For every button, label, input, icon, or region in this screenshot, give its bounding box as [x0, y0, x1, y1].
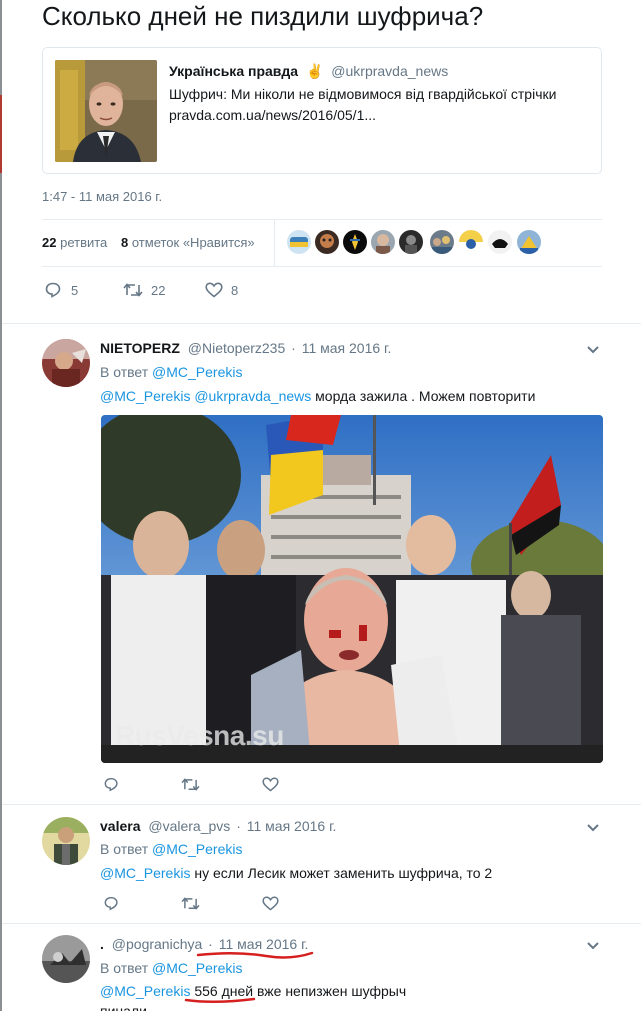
mention-link[interactable]: @MC_Perekis: [100, 865, 190, 881]
like-action[interactable]: [262, 896, 279, 911]
reply-to-mention[interactable]: @MC_Perekis: [152, 960, 242, 976]
tweet-text: Сколько дней не пиздили шуфрича?: [42, 1, 484, 31]
likes-stat[interactable]: 8 отметок «Нравится»: [121, 235, 255, 250]
reply-author-name[interactable]: .: [100, 936, 104, 952]
liker-avatar[interactable]: [371, 230, 395, 254]
mention-link[interactable]: @ukrpravda_news: [194, 388, 311, 404]
reply-media-photo[interactable]: RusVesna.su: [101, 415, 603, 763]
reply-date[interactable]: 11 мая 2016 г.: [302, 340, 392, 356]
like-action[interactable]: [262, 777, 279, 792]
quoted-tweet-body: Шуфрич: Ми ніколи не відмовимося від гва…: [169, 84, 556, 126]
mention-link[interactable]: @MC_Perekis: [100, 983, 190, 999]
reply-date[interactable]: 11 мая 2016 г.: [247, 818, 337, 834]
reply-text: @MC_Perekis @ukrpravda_news морда зажила…: [100, 388, 536, 404]
window-edge-accent: [0, 95, 2, 173]
retweet-icon: [123, 283, 143, 297]
quoted-author-name[interactable]: Українська правда: [169, 63, 298, 79]
quoted-tweet-card[interactable]: Українська правда ✌ @ukrpravda_news Шуфр…: [42, 47, 602, 174]
reply-author-name[interactable]: NIETOPERZ: [100, 340, 180, 356]
chevron-down-icon[interactable]: [586, 823, 600, 833]
reply-icon: [104, 778, 118, 792]
days-annotation-underline: [184, 997, 256, 1004]
reply-text: @MC_Perekis ну если Лесик может заменить…: [100, 865, 493, 881]
tweet-timestamp[interactable]: 1:47 - 11 мая 2016 г.: [42, 189, 162, 204]
liker-avatar[interactable]: [399, 230, 423, 254]
liker-avatar[interactable]: [488, 230, 512, 254]
reply-count: 5: [71, 282, 79, 298]
reply-context: В ответ @MC_Perekis: [100, 841, 243, 857]
reply-header: valera @valera_pvs · 11 мая 2016 г.: [100, 818, 336, 834]
date-annotation-underline: [196, 951, 314, 959]
liker-avatar[interactable]: [315, 230, 339, 254]
meta-separator: ·: [236, 818, 241, 834]
chevron-down-icon[interactable]: [586, 941, 600, 951]
liker-avatar[interactable]: [430, 230, 454, 254]
like-action[interactable]: 8: [205, 282, 238, 298]
reply-context: В ответ @MC_Perekis: [100, 960, 243, 976]
meta-separator: ·: [291, 340, 296, 356]
retweet-icon: [181, 778, 200, 791]
liker-avatar[interactable]: [343, 230, 367, 254]
reply-context: В ответ @MC_Perekis: [100, 364, 243, 380]
reply-icon: [104, 897, 118, 911]
avatar[interactable]: [42, 339, 90, 387]
reply-action[interactable]: 5: [45, 282, 78, 298]
reply-divider: [2, 804, 641, 805]
reply-divider: [2, 323, 641, 324]
retweet-icon: [181, 897, 200, 910]
reply-header: NIETOPERZ @Nietoperz235 · 11 мая 2016 г.: [100, 340, 391, 356]
avatar[interactable]: [42, 817, 90, 865]
reply-author-name[interactable]: valera: [100, 818, 140, 834]
chevron-down-icon[interactable]: [586, 345, 600, 355]
stats-divider-bottom: [42, 266, 602, 267]
retweet-count: 22: [151, 282, 166, 298]
media-watermark: RusVesna.su: [115, 720, 284, 751]
victory-hand-emoji: ✌: [305, 63, 324, 79]
retweets-stat[interactable]: 22 ретвита: [42, 235, 107, 250]
retweet-action[interactable]: [181, 896, 200, 911]
reply-divider: [2, 923, 641, 924]
reply-to-mention[interactable]: @MC_Perekis: [152, 841, 242, 857]
reply-author-handle[interactable]: @pogranichya: [112, 936, 203, 952]
reply-author-handle[interactable]: @valera_pvs: [148, 818, 230, 834]
reply-action[interactable]: [104, 896, 120, 911]
heart-icon: [205, 282, 223, 298]
retweet-action[interactable]: 22: [123, 282, 165, 298]
reply-icon: [45, 282, 61, 298]
quoted-author-handle[interactable]: @ukrpravda_news: [331, 63, 448, 79]
quoted-tweet-header: Українська правда ✌ @ukrpravda_news: [169, 63, 448, 80]
mention-link[interactable]: @MC_Perekis: [100, 388, 190, 404]
heart-icon: [262, 896, 279, 911]
stats-divider-top: [42, 219, 602, 220]
liker-avatar[interactable]: [459, 230, 483, 254]
liker-avatar[interactable]: [287, 230, 311, 254]
liker-avatar[interactable]: [517, 230, 541, 254]
quoted-tweet-text: Шуфрич: Ми ніколи не відмовимося від гва…: [169, 86, 557, 102]
reply-author-handle[interactable]: @Nietoperz235: [188, 340, 286, 356]
heart-icon: [262, 777, 279, 792]
quoted-tweet-thumbnail: [55, 60, 157, 162]
like-count: 8: [231, 282, 239, 298]
reply-action[interactable]: [104, 777, 120, 792]
retweet-action[interactable]: [181, 777, 200, 792]
quoted-tweet-link[interactable]: pravda.com.ua/news/2016/05/1...: [169, 105, 556, 126]
reply-to-mention[interactable]: @MC_Perekis: [152, 364, 242, 380]
reply-text-continued: пинали: [100, 1003, 147, 1011]
stats-separator: [274, 220, 275, 266]
avatar[interactable]: [42, 935, 90, 983]
